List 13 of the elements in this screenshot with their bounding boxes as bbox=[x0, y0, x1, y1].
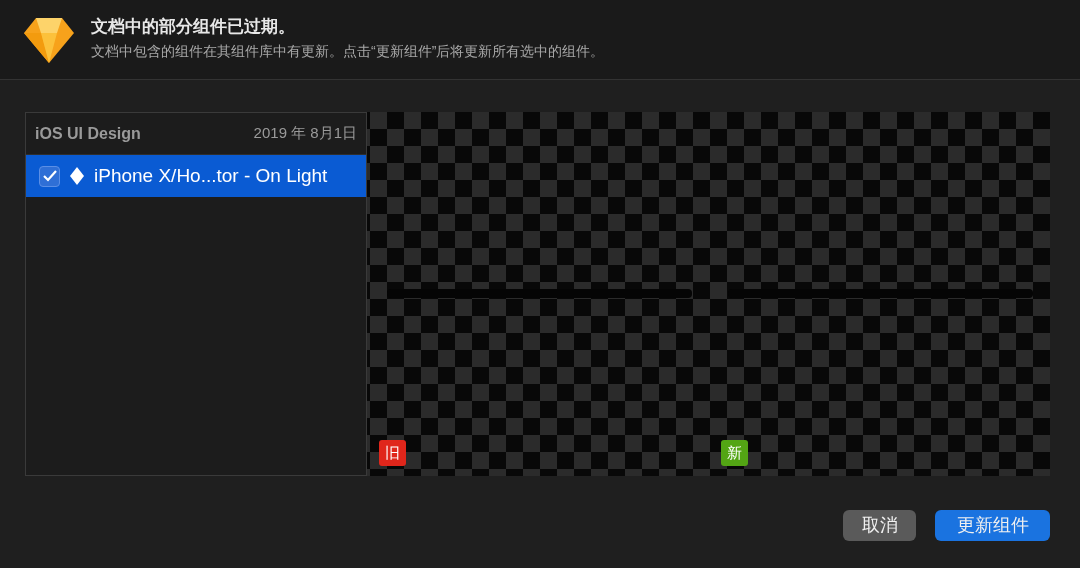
gem-icon bbox=[24, 16, 74, 64]
library-name: iOS UI Design bbox=[35, 123, 141, 144]
version-badge: 旧 bbox=[379, 440, 406, 466]
dialog-message: 文档中包含的组件在其组件库中有更新。点击“更新组件”后将更新所有选中的组件。 bbox=[91, 42, 605, 61]
cancel-button[interactable]: 取消 bbox=[843, 510, 916, 541]
dialog-title: 文档中的部分组件已过期。 bbox=[91, 16, 296, 38]
diamond-icon bbox=[70, 167, 84, 185]
component-name: iPhone X/Ho...tor - On Light bbox=[94, 163, 328, 188]
component-row[interactable]: iPhone X/Ho...tor - On Light bbox=[26, 155, 366, 197]
version-badge: 新 bbox=[721, 440, 748, 466]
checkbox[interactable] bbox=[39, 165, 60, 187]
update-button[interactable]: 更新组件 bbox=[935, 510, 1050, 541]
library-date: 2019 年 8月1日 bbox=[253, 123, 357, 144]
